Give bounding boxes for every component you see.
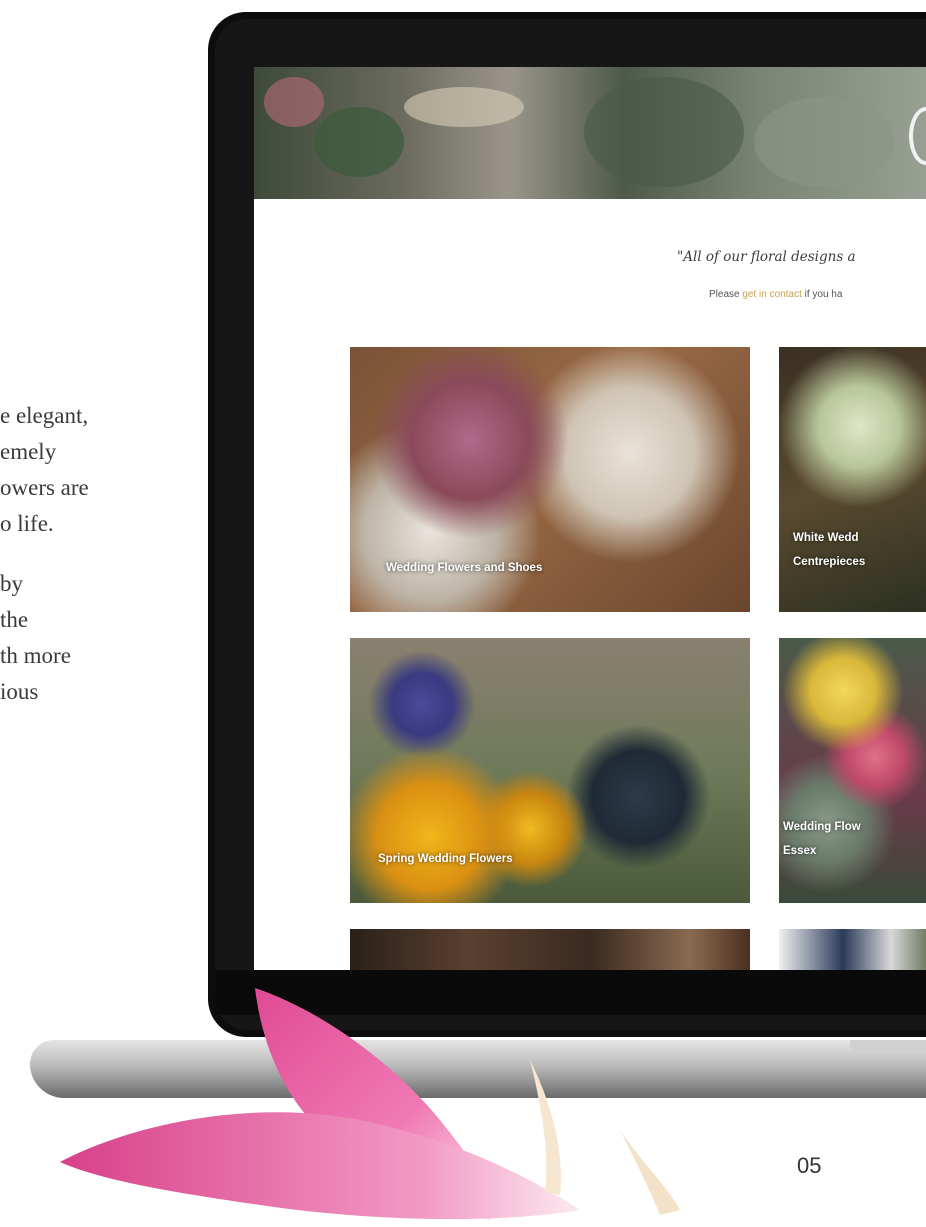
gallery-tile-white-centrepieces[interactable]: White Wedd Centrepieces	[779, 347, 926, 612]
text-line: o life.	[0, 511, 54, 536]
text-line: owers are	[0, 475, 89, 500]
contact-line: Please get in contact if you ha	[709, 289, 842, 300]
gallery-tile-wedding-shoes[interactable]: Wedding Flowers and Shoes	[350, 347, 750, 612]
text-line: emely	[0, 439, 57, 464]
contact-prefix: Please	[709, 289, 743, 300]
flower-petal-image	[60, 988, 680, 1220]
laptop-notch	[850, 1040, 926, 1054]
text-line: th more	[0, 643, 71, 668]
text-line: ious	[0, 679, 39, 704]
hero-banner-image	[254, 67, 926, 199]
text-line: by	[0, 571, 23, 596]
page-number: 05	[797, 1153, 822, 1178]
gallery-tile-spring-flowers[interactable]: Spring Wedding Flowers	[350, 638, 750, 903]
tile-caption: White Wedd	[793, 532, 859, 544]
text-line: the	[0, 607, 29, 632]
gallery-tile[interactable]	[350, 929, 750, 970]
logo-mark-icon	[909, 107, 926, 165]
laptop-screen: "All of our floral designs a Please get …	[254, 67, 926, 970]
contact-suffix: if you ha	[801, 289, 843, 300]
text-line: e elegant,	[0, 403, 89, 428]
gallery-tile[interactable]	[779, 929, 926, 970]
tagline-quote: "All of our floral designs a	[677, 249, 856, 265]
tile-caption: Wedding Flowers and Shoes	[386, 562, 543, 574]
gallery-tile-wedding-essex[interactable]: Wedding Flow Essex	[779, 638, 926, 903]
tile-caption: Centrepieces	[793, 556, 866, 568]
contact-link[interactable]: get in contact	[742, 289, 801, 300]
tile-caption: Wedding Flow	[783, 821, 861, 833]
tile-caption: Essex	[783, 845, 817, 857]
tile-caption: Spring Wedding Flowers	[378, 853, 513, 865]
intro-text-fragment: e elegant, emely owers are o life. by th…	[0, 398, 210, 710]
